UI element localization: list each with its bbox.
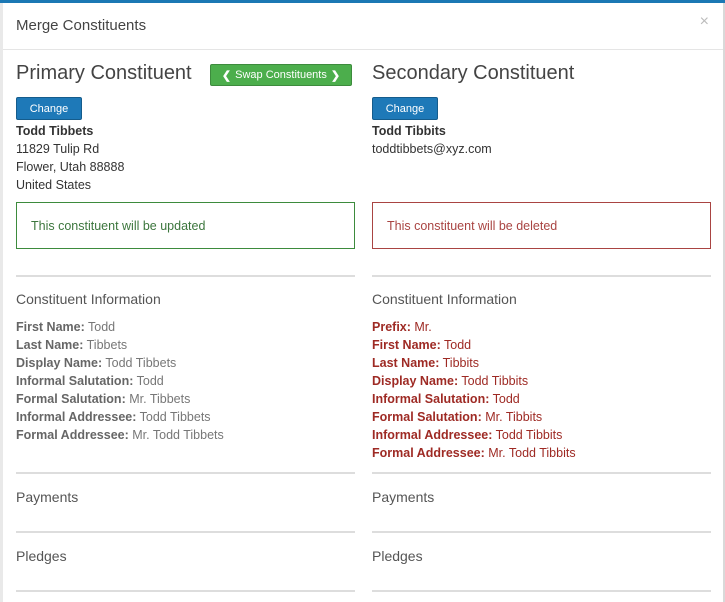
primary-alert: This constituent will be updated xyxy=(16,202,355,249)
field-row: Prefix: Mr. xyxy=(372,320,432,334)
field-row: Informal Addressee: Todd Tibbits xyxy=(372,428,563,442)
field-row: Last Name: Tibbets xyxy=(16,338,128,352)
modal-title: Merge Constituents xyxy=(16,17,147,34)
field-row: Display Name: Todd Tibbets xyxy=(16,356,177,370)
primary-summary: Todd Tibbets 11829 Tulip Rd Flower, Utah… xyxy=(16,122,124,194)
field-row: Informal Salutation: Todd xyxy=(372,392,520,406)
field-row: Display Name: Todd Tibbits xyxy=(372,374,529,388)
divider xyxy=(372,531,711,533)
modal-header: Merge Constituents × xyxy=(3,3,723,50)
divider xyxy=(372,472,711,474)
secondary-section-payments[interactable]: Payments xyxy=(372,489,434,505)
divider xyxy=(16,472,355,474)
chevron-left-icon: ❮ xyxy=(221,69,232,82)
primary-heading: Primary Constituent xyxy=(16,62,192,84)
divider xyxy=(16,590,355,592)
divider xyxy=(372,275,711,277)
field-row: First Name: Todd xyxy=(16,320,116,334)
field-row: Formal Salutation: Mr. Tibbets xyxy=(16,392,191,406)
divider xyxy=(16,531,355,533)
field-row: Formal Salutation: Mr. Tibbits xyxy=(372,410,543,424)
primary-address-line: Flower, Utah 88888 xyxy=(16,160,125,174)
swap-constituents-button[interactable]: ❮ Swap Constituents ❯ xyxy=(210,64,352,86)
divider xyxy=(372,590,711,592)
field-row: Formal Addressee: Mr. Todd Tibbits xyxy=(372,446,576,460)
change-primary-button[interactable]: Change xyxy=(16,97,82,120)
primary-section-info: Constituent Information xyxy=(16,291,161,307)
secondary-fields: Prefix: Mr. First Name: Todd Last Name: … xyxy=(372,318,576,462)
secondary-heading: Secondary Constituent xyxy=(372,62,575,84)
secondary-section-pledges[interactable]: Pledges xyxy=(372,548,423,564)
chevron-right-icon: ❯ xyxy=(330,69,341,82)
divider xyxy=(16,275,355,277)
background-edge xyxy=(0,3,3,602)
secondary-name: Todd Tibbits xyxy=(372,124,446,138)
field-row: Last Name: Tibbits xyxy=(372,356,479,370)
primary-fields: First Name: Todd Last Name: Tibbets Disp… xyxy=(16,318,224,444)
field-row: Formal Addressee: Mr. Todd Tibbets xyxy=(16,428,224,442)
field-row: First Name: Todd xyxy=(372,338,472,352)
field-row: Informal Salutation: Todd xyxy=(16,374,164,388)
secondary-email: toddtibbets@xyz.com xyxy=(372,142,492,156)
change-secondary-button[interactable]: Change xyxy=(372,97,438,120)
swap-label: Swap Constituents xyxy=(235,69,327,81)
primary-section-payments[interactable]: Payments xyxy=(16,489,78,505)
close-icon[interactable]: × xyxy=(700,13,709,31)
secondary-section-info: Constituent Information xyxy=(372,291,517,307)
primary-address-line: United States xyxy=(16,178,92,192)
primary-name: Todd Tibbets xyxy=(16,124,94,138)
secondary-summary: Todd Tibbits toddtibbets@xyz.com xyxy=(372,122,492,158)
primary-section-pledges[interactable]: Pledges xyxy=(16,548,67,564)
secondary-alert: This constituent will be deleted xyxy=(372,202,711,249)
field-row: Informal Addressee: Todd Tibbets xyxy=(16,410,211,424)
primary-address-line: 11829 Tulip Rd xyxy=(16,142,100,156)
